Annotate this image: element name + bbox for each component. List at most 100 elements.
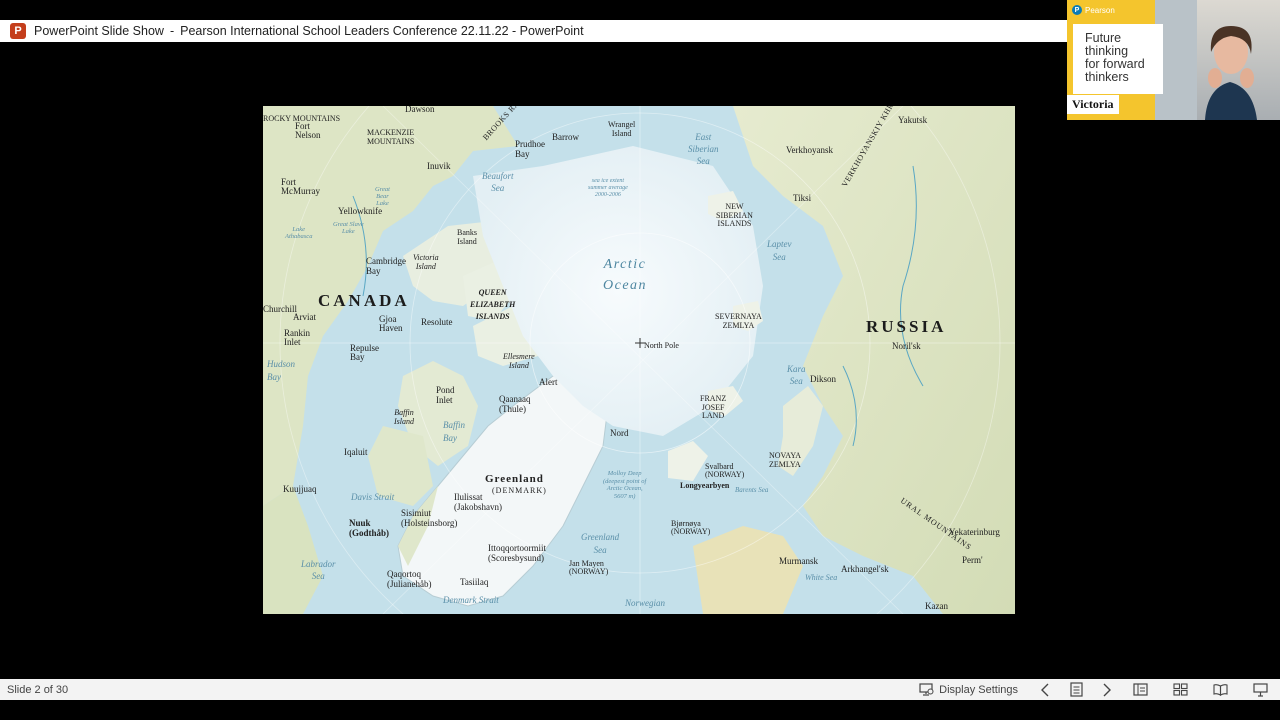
- label-bjornoya: Bjørnøya (NORWAY): [671, 519, 711, 536]
- label-mackenzie-mountains: MACKENZIE MOUNTAINS: [367, 128, 415, 146]
- pearson-logo: P Pearson: [1072, 5, 1115, 15]
- label-nuuk: Nuuk (Godthåb): [349, 518, 390, 538]
- label-baffin-island: Baffin Island: [394, 408, 414, 426]
- label-alert: Alert: [539, 377, 558, 387]
- label-davis-strait: Davis Strait: [351, 492, 395, 502]
- chevron-right-icon: [1103, 683, 1111, 696]
- label-novaya-zemlya: NOVAYA ZEMLYA: [769, 451, 802, 469]
- pearson-brand: Pearson: [1085, 5, 1115, 15]
- display-settings-label: Display Settings: [939, 683, 1018, 696]
- label-hudson-bay: Hudson Bay: [267, 359, 296, 382]
- label-banks-island: Banks Island: [457, 228, 477, 246]
- participant-video[interactable]: P Pearson Future thinking for forward th…: [1067, 0, 1280, 120]
- label-ittoqqortoormiit: Ittoqqortoormiit (Scoresbysund): [488, 543, 546, 563]
- label-victoria-island: Victoria Island: [413, 253, 439, 271]
- notes-page-icon: [1069, 682, 1083, 697]
- label-queen-elizabeth-islands: QUEEN ELIZABETH ISLANDS: [470, 288, 516, 321]
- app-name: PowerPoint Slide Show: [34, 24, 164, 38]
- label-denmark-strait: Denmark Strait: [443, 595, 499, 605]
- status-bar-controls: Display Settings: [919, 679, 1280, 700]
- label-yakutsk: Yakutsk: [898, 115, 928, 125]
- label-norwegian-sea: Norwegian: [625, 598, 666, 608]
- label-east-siberian-sea: East Siberian Sea: [688, 132, 719, 166]
- chevron-left-icon: [1041, 683, 1049, 696]
- label-arviat: Arviat: [293, 312, 316, 322]
- label-molloy-deep: Molloy Deep (deepest point of Arctic Oce…: [603, 470, 647, 500]
- label-iqaluit: Iqaluit: [344, 447, 368, 457]
- label-baffin-bay: Baffin Bay: [443, 420, 465, 443]
- title-separator: -: [169, 24, 175, 38]
- label-cambridge-bay: Cambridge Bay: [366, 256, 406, 276]
- label-labrador-sea: Labrador Sea: [301, 559, 336, 581]
- monitor-settings-icon: [919, 683, 934, 696]
- label-beaufort-sea: Beaufort Sea: [482, 171, 514, 193]
- label-ilulissat: Ilulissat (Jakobshavn): [454, 492, 502, 512]
- label-fort-nelson: Fort Nelson: [295, 121, 321, 140]
- slide-sorter-button[interactable]: [1160, 679, 1200, 700]
- label-pond-inlet: Pond Inlet: [436, 385, 455, 405]
- label-tiksi: Tiksi: [793, 193, 812, 203]
- label-barents-sea: Barents Sea: [735, 486, 769, 494]
- label-russia: RUSSIA: [866, 317, 947, 336]
- slideshow-icon: [1252, 682, 1268, 697]
- reading-view-button[interactable]: [1200, 679, 1240, 700]
- label-longyearbyen: Longyearbyen: [680, 481, 730, 490]
- label-perm: Perm': [962, 555, 983, 565]
- label-laptev-sea: Laptev Sea: [767, 239, 792, 262]
- normal-view-button[interactable]: [1120, 679, 1160, 700]
- label-north-pole: North Pole: [644, 341, 679, 350]
- label-rankin-inlet: Rankin Inlet: [284, 328, 310, 347]
- label-verkhoyansk: Verkhoyansk: [786, 145, 833, 155]
- label-tasiilaq: Tasiilaq: [460, 577, 489, 587]
- label-nord: Nord: [610, 428, 629, 438]
- label-franz-josef-land: FRANZ JOSEF LAND: [700, 394, 727, 420]
- label-great-slave-lake: Great Slave Lake: [333, 221, 364, 235]
- label-greenland: Greenland: [485, 473, 544, 485]
- powerpoint-icon: P: [10, 23, 26, 39]
- label-inuvik: Inuvik: [427, 161, 451, 171]
- label-ellesmere-island: Ellesmere Island: [503, 352, 535, 370]
- slideshow-status-bar: Slide 2 of 30 Display Settings: [0, 679, 1280, 700]
- label-sea-ice-extent: sea ice extent summer average 2000-2006: [588, 178, 628, 198]
- next-slide-button[interactable]: [1094, 679, 1120, 700]
- label-lake-athabasca: Lake Athabasca: [285, 226, 313, 240]
- slide-counter: Slide 2 of 30: [7, 683, 69, 696]
- label-fort-mcmurray: Fort McMurray: [281, 177, 320, 196]
- label-prudhoe-bay: Prudhoe Bay: [515, 139, 545, 159]
- participant-person-icon: [1205, 26, 1257, 120]
- label-sisimiut: Sisimiut (Holsteinsborg): [401, 508, 458, 528]
- label-kazan: Kazan: [925, 601, 948, 611]
- document-title: Pearson International School Leaders Con…: [180, 24, 584, 38]
- label-repulse-bay: Repulse Bay: [350, 343, 379, 362]
- label-greenland-sea: Greenland Sea: [581, 532, 620, 555]
- label-kara-sea: Kara Sea: [787, 364, 806, 386]
- label-arctic-ocean: Arctic Ocean: [603, 257, 648, 293]
- label-arkhangelsk: Arkhangel'sk: [841, 564, 889, 574]
- display-settings-button[interactable]: Display Settings: [919, 679, 1018, 700]
- label-wrangel-island: Wrangel Island: [608, 120, 636, 138]
- label-severnaya-zemlya: SEVERNAYA ZEMLYA: [715, 312, 762, 330]
- label-churchill: Churchill: [263, 304, 297, 314]
- label-murmansk: Murmansk: [779, 556, 818, 566]
- label-yellowknife: Yellowknife: [338, 206, 383, 216]
- slide-menu-button[interactable]: [1058, 679, 1094, 700]
- slide-show-button[interactable]: [1240, 679, 1280, 700]
- label-qaanaaq: Qaanaaq (Thule): [499, 394, 531, 414]
- label-dikson: Dikson: [810, 374, 837, 384]
- label-kuujjuaq: Kuujjuaq: [283, 484, 317, 494]
- label-qaqortoq: Qaqortoq (Julianehåb): [387, 569, 432, 589]
- participant-name: Victoria: [1067, 95, 1119, 114]
- label-barrow: Barrow: [552, 132, 579, 142]
- previous-slide-button[interactable]: [1032, 679, 1058, 700]
- label-white-sea: White Sea: [805, 573, 838, 582]
- label-canada: CANADA: [318, 291, 410, 310]
- slide-map-arctic[interactable]: CANADA RUSSIA Arctic Ocean Greenland (DE…: [263, 106, 1015, 614]
- reading-view-icon: [1212, 684, 1228, 696]
- label-new-siberian-islands: NEW SIBERIAN ISLANDS: [716, 202, 753, 228]
- label-great-bear-lake: Great Bear Lake: [375, 186, 390, 207]
- pearson-tagline: Future thinking for forward thinkers: [1085, 31, 1145, 84]
- normal-view-icon: [1132, 683, 1148, 696]
- grid-view-icon: [1172, 683, 1188, 696]
- label-svalbard: Svalbard (NORWAY): [705, 462, 745, 479]
- label-dawson: Dawson: [405, 106, 435, 114]
